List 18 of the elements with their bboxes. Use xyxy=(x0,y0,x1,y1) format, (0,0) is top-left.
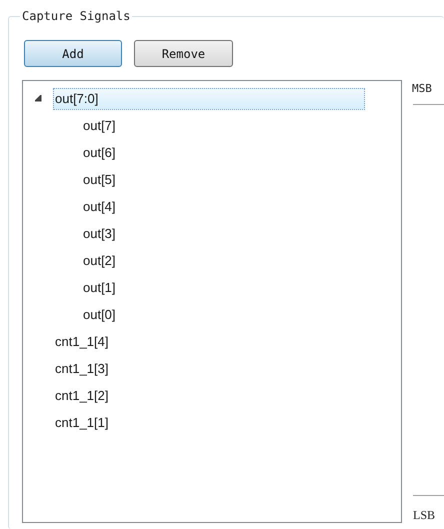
capture-button[interactable]: Add xyxy=(24,40,122,67)
lsb-label: LSB xyxy=(413,507,436,524)
msb-label: MSB xyxy=(412,81,432,97)
tree-item[interactable]: out[0] xyxy=(81,304,118,326)
tree-item[interactable]: out[2] xyxy=(81,250,118,272)
tree-item[interactable]: out[6] xyxy=(81,142,118,164)
tree-item[interactable]: out[1] xyxy=(81,276,118,298)
tree-item[interactable]: out[5] xyxy=(81,168,118,190)
expanded-caret-icon[interactable] xyxy=(34,95,42,102)
tree-item[interactable]: cnt1_1[1] xyxy=(53,412,110,434)
tree-item[interactable]: cnt1_1[4] xyxy=(53,330,110,352)
tree-item[interactable]: out[4] xyxy=(81,196,118,218)
capture-button[interactable]: Remove xyxy=(134,40,233,67)
tree-item[interactable]: out[7:0] xyxy=(53,88,365,110)
tree-item[interactable]: out[3] xyxy=(81,222,118,244)
tree-item[interactable]: out[7] xyxy=(81,114,118,136)
tree-item[interactable]: cnt1_1[3] xyxy=(53,358,110,380)
tree-item[interactable]: cnt1_1[2] xyxy=(53,384,110,406)
